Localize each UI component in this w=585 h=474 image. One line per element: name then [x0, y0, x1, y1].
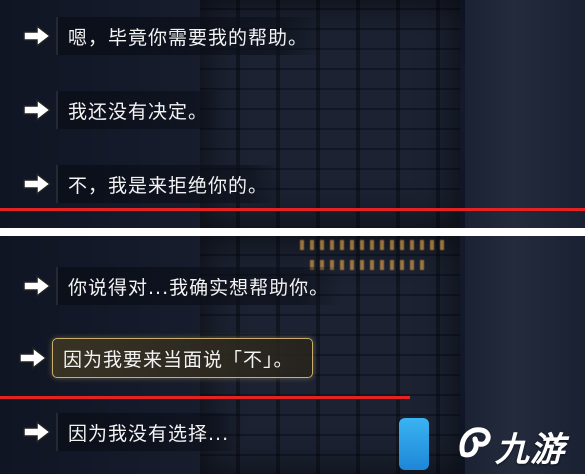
background-wall: [465, 0, 585, 228]
dialog-option-2[interactable]: 我还没有决定。: [18, 90, 223, 130]
dialog-option-1[interactable]: 嗯，毕竟你需要我的帮助。: [18, 16, 323, 56]
logo-tile: [399, 418, 429, 470]
swirl-logo-icon: [457, 424, 493, 466]
panel-separator: [0, 228, 585, 236]
arrow-right-icon: [18, 168, 56, 200]
dialogue-panel-bottom: 你说得对...我确实想帮助你。 因为我要来当面说「不」。 因为我没有选择... …: [0, 236, 585, 474]
dialog-option-text: 你说得对...我确实想帮助你。: [56, 267, 344, 305]
dialog-option-3[interactable]: 不，我是来拒绝你的。: [18, 164, 283, 204]
dialog-option-text: 嗯，毕竟你需要我的帮助。: [56, 17, 323, 55]
dialogue-panel-top: 嗯，毕竟你需要我的帮助。 我还没有决定。 不，我是来拒绝你的。: [0, 0, 585, 228]
watermark-text: 九游: [495, 430, 565, 470]
dialog-option-1[interactable]: 你说得对...我确实想帮助你。: [18, 266, 344, 306]
background-lights: [300, 240, 450, 250]
highlight-underline: [0, 396, 410, 399]
arrow-right-icon: [18, 270, 56, 302]
dialog-option-text: 因为我要来当面说「不」。: [52, 338, 313, 378]
dialog-option-text: 不，我是来拒绝你的。: [56, 165, 283, 203]
arrow-right-icon: [18, 20, 56, 52]
arrow-right-icon: [18, 94, 56, 126]
dialog-option-text: 我还没有决定。: [56, 91, 223, 129]
dialog-option-3[interactable]: 因为我没有选择...: [18, 412, 244, 452]
dialog-option-text: 因为我没有选择...: [56, 413, 244, 451]
dialog-option-2-selected[interactable]: 因为我要来当面说「不」。: [14, 338, 313, 378]
arrow-right-icon: [14, 342, 52, 374]
highlight-underline: [0, 208, 585, 211]
arrow-right-icon: [18, 416, 56, 448]
watermark-logo: 九游: [399, 412, 579, 470]
